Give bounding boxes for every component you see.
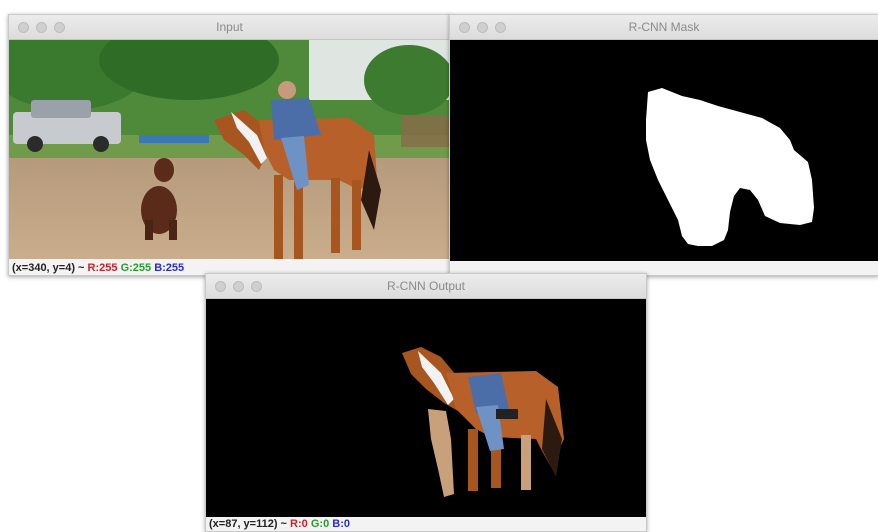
input-image-canvas[interactable]: [9, 40, 450, 259]
mask-window[interactable]: R-CNN Mask: [449, 14, 878, 276]
output-image-canvas[interactable]: [206, 299, 646, 517]
mask-image-canvas[interactable]: [450, 40, 878, 263]
status-bar: (x=87, y=112) ~ R:0 G:0 B:0: [206, 517, 646, 531]
output-window[interactable]: R-CNN Output (x=87, y=112) ~ R:0 G:0 B:0: [205, 273, 647, 532]
window-title: R-CNN Output: [386, 279, 466, 293]
input-window[interactable]: Input (x=340, y=4) ~ R:255 G:255 B:255: [8, 14, 451, 276]
input-photo: [9, 40, 450, 259]
red-value: R:255: [87, 262, 118, 274]
window-title: Input: [216, 20, 243, 34]
output-titlebar[interactable]: R-CNN Output: [206, 274, 646, 299]
red-value: R:0: [290, 518, 308, 530]
blue-value: B:0: [332, 518, 350, 530]
input-titlebar[interactable]: Input: [9, 15, 450, 40]
coords-readout: (x=340, y=4) ~: [12, 262, 88, 274]
window-title: R-CNN Mask: [628, 20, 700, 34]
coords-readout: (x=87, y=112) ~: [209, 518, 291, 530]
output-photo: [206, 299, 646, 517]
blue-value: B:255: [154, 262, 185, 274]
green-value: G:255: [120, 262, 152, 274]
green-value: G:0: [310, 518, 330, 530]
mask-titlebar[interactable]: R-CNN Mask: [450, 15, 878, 40]
mask-shape: [450, 40, 878, 263]
